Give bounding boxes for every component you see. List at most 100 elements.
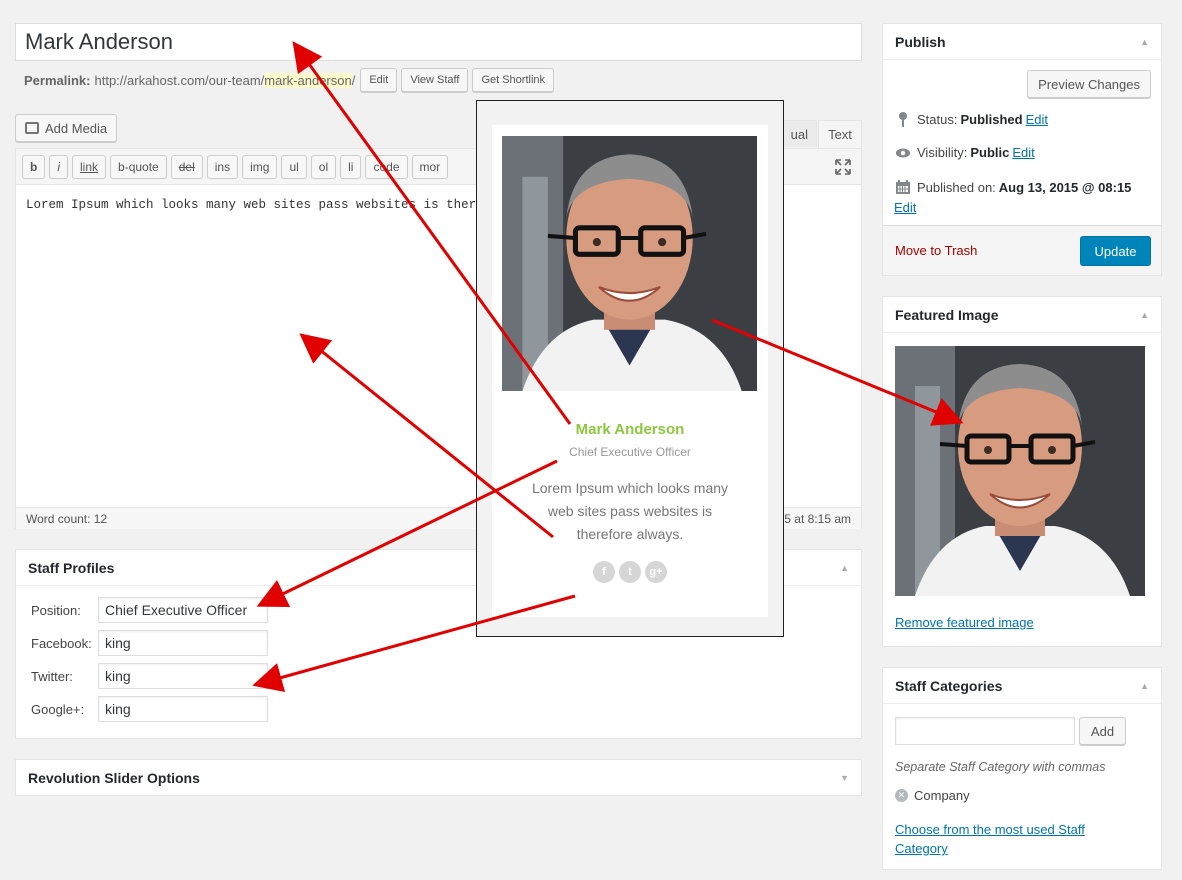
twitter-value: king xyxy=(105,668,131,684)
post-title-input[interactable]: Mark Anderson xyxy=(15,23,862,61)
add-category-label: Add xyxy=(1090,723,1115,739)
featured-image-title: Featured Image xyxy=(895,306,999,323)
revslider-header[interactable]: Revolution Slider Options ▼ xyxy=(16,760,861,796)
publish-header[interactable]: Publish ▲ xyxy=(883,24,1161,60)
staff-categories-box: Staff Categories ▲ Add Separate Staff Ca… xyxy=(882,667,1162,870)
visibility-label: Visibility: xyxy=(917,145,968,160)
permalink-end: / xyxy=(351,72,356,88)
remove-featured-image-link[interactable]: Remove featured image xyxy=(895,615,1034,630)
qt-code-button[interactable]: code xyxy=(365,154,408,179)
fullscreen-icon[interactable] xyxy=(835,159,851,175)
revslider-box: Revolution Slider Options ▼ xyxy=(15,759,862,796)
staff-categories-header[interactable]: Staff Categories ▲ xyxy=(883,668,1161,704)
position-input[interactable]: Chief Executive Officer xyxy=(98,597,268,623)
staff-card-name: Mark Anderson xyxy=(575,421,685,438)
permalink-row: Permalink: http://arkahost.com/our-team/… xyxy=(24,68,555,92)
view-staff-button[interactable]: View Staff xyxy=(401,68,469,92)
update-label: Update xyxy=(1094,243,1137,259)
portrait-photo xyxy=(502,136,757,391)
remove-tag-icon[interactable]: ✕ xyxy=(895,789,908,802)
visibility-edit-link[interactable]: Edit xyxy=(1012,145,1034,160)
add-media-label: Add Media xyxy=(45,120,108,136)
eye-icon xyxy=(895,147,911,159)
facebook-value: king xyxy=(105,635,131,651)
update-button[interactable]: Update xyxy=(1080,236,1151,266)
status-label: Status: xyxy=(917,111,958,127)
staff-card-position: Chief Executive Officer xyxy=(569,445,691,459)
permalink-slug[interactable]: mark-anderson xyxy=(264,72,352,88)
category-hint: Separate Staff Category with commas xyxy=(895,760,1106,774)
last-edited: 5 at 8:15 am xyxy=(784,511,851,526)
get-shortlink-button[interactable]: Get Shortlink xyxy=(472,68,555,92)
qt-link-button[interactable]: link xyxy=(72,154,107,179)
facebook-icon[interactable]: f xyxy=(593,561,615,583)
position-value: Chief Executive Officer xyxy=(105,602,248,618)
facebook-input[interactable]: king xyxy=(98,630,268,656)
permalink-edit-button[interactable]: Edit xyxy=(360,68,398,92)
collapse-arrow-icon[interactable]: ▲ xyxy=(840,563,849,573)
featured-image-header[interactable]: Featured Image ▲ xyxy=(883,297,1161,333)
staff-categories-title: Staff Categories xyxy=(895,677,1003,694)
post-title-text: Mark Anderson xyxy=(25,29,173,54)
new-category-input[interactable] xyxy=(895,717,1075,745)
staff-profiles-title: Staff Profiles xyxy=(28,559,115,576)
permalink-base: http://arkahost.com/our-team/ xyxy=(94,72,265,88)
category-tag: ✕ Company xyxy=(895,788,970,803)
googleplus-label: Google+: xyxy=(31,702,85,717)
publish-actions: Move to Trash Update xyxy=(883,225,1161,275)
twitter-label: Twitter: xyxy=(31,669,73,684)
status-row: Status: Published Edit xyxy=(895,111,1048,127)
revslider-title: Revolution Slider Options xyxy=(28,770,200,786)
add-media-button[interactable]: Add Media xyxy=(15,114,118,142)
staff-card-social: f t g+ xyxy=(492,561,768,583)
preview-changes-label: Preview Changes xyxy=(1038,76,1140,92)
tab-visual-label: ual xyxy=(790,126,808,142)
facebook-label: Facebook: xyxy=(31,636,92,651)
staff-card-photo xyxy=(502,136,757,391)
qt-img-button[interactable]: img xyxy=(242,154,278,179)
media-icon xyxy=(25,122,39,134)
qt-ol-button[interactable]: ol xyxy=(310,154,337,179)
twitter-input[interactable]: king xyxy=(98,663,268,689)
expand-arrow-icon[interactable]: ▼ xyxy=(840,773,849,783)
qt-bold-button[interactable]: b xyxy=(22,154,46,179)
choose-most-used-link[interactable]: Choose from the most used Staff Category xyxy=(895,820,1115,858)
qt-del-button[interactable]: del xyxy=(170,154,203,179)
qt-more-button[interactable]: mor xyxy=(411,154,449,179)
googleplus-value: king xyxy=(105,701,131,717)
category-tag-label: Company xyxy=(914,788,970,803)
featured-image-box: Featured Image ▲ Remove featured image xyxy=(882,296,1162,647)
word-count: Word count: 12 xyxy=(26,511,108,526)
googleplus-input[interactable]: king xyxy=(98,696,268,722)
staff-card: Mark Anderson Chief Executive Officer Lo… xyxy=(492,125,768,617)
staff-card-bio: Lorem Ipsum which looks many web sites p… xyxy=(531,480,729,542)
add-category-button[interactable]: Add xyxy=(1079,717,1126,745)
status-edit-link[interactable]: Edit xyxy=(1026,112,1048,127)
collapse-arrow-icon[interactable]: ▲ xyxy=(1140,310,1149,320)
collapse-arrow-icon[interactable]: ▲ xyxy=(1140,37,1149,47)
move-to-trash-link[interactable]: Move to Trash xyxy=(895,243,977,258)
staff-preview-overlay: Mark Anderson Chief Executive Officer Lo… xyxy=(476,100,784,637)
featured-image-thumbnail[interactable] xyxy=(895,346,1145,596)
qt-ul-button[interactable]: ul xyxy=(281,154,307,179)
qt-ins-button[interactable]: ins xyxy=(206,154,239,179)
published-edit-link[interactable]: Edit xyxy=(894,200,916,215)
pin-icon xyxy=(895,111,911,127)
tab-text-label: Text xyxy=(828,127,852,142)
qt-italic-button[interactable]: i xyxy=(49,154,69,179)
collapse-arrow-icon[interactable]: ▲ xyxy=(1140,681,1149,691)
permalink-label: Permalink: xyxy=(24,72,91,88)
googleplus-icon[interactable]: g+ xyxy=(645,561,667,583)
visibility-row: Visibility: Public Edit xyxy=(895,145,1035,160)
publish-box: Publish ▲ Preview Changes Status: Publis… xyxy=(882,23,1162,276)
portrait-photo xyxy=(895,346,1145,596)
visibility-value: Public xyxy=(970,145,1010,160)
preview-changes-button[interactable]: Preview Changes xyxy=(1027,70,1151,98)
qt-bquote-button[interactable]: b-quote xyxy=(110,154,167,179)
qt-li-button[interactable]: li xyxy=(340,154,362,179)
publish-title: Publish xyxy=(895,33,946,50)
twitter-icon[interactable]: t xyxy=(619,561,641,583)
editor-content: Lorem Ipsum which looks many web sites p… xyxy=(26,198,499,212)
tab-text[interactable]: Text xyxy=(818,120,862,148)
published-value: Aug 13, 2015 @ 08:15 xyxy=(998,179,1132,195)
